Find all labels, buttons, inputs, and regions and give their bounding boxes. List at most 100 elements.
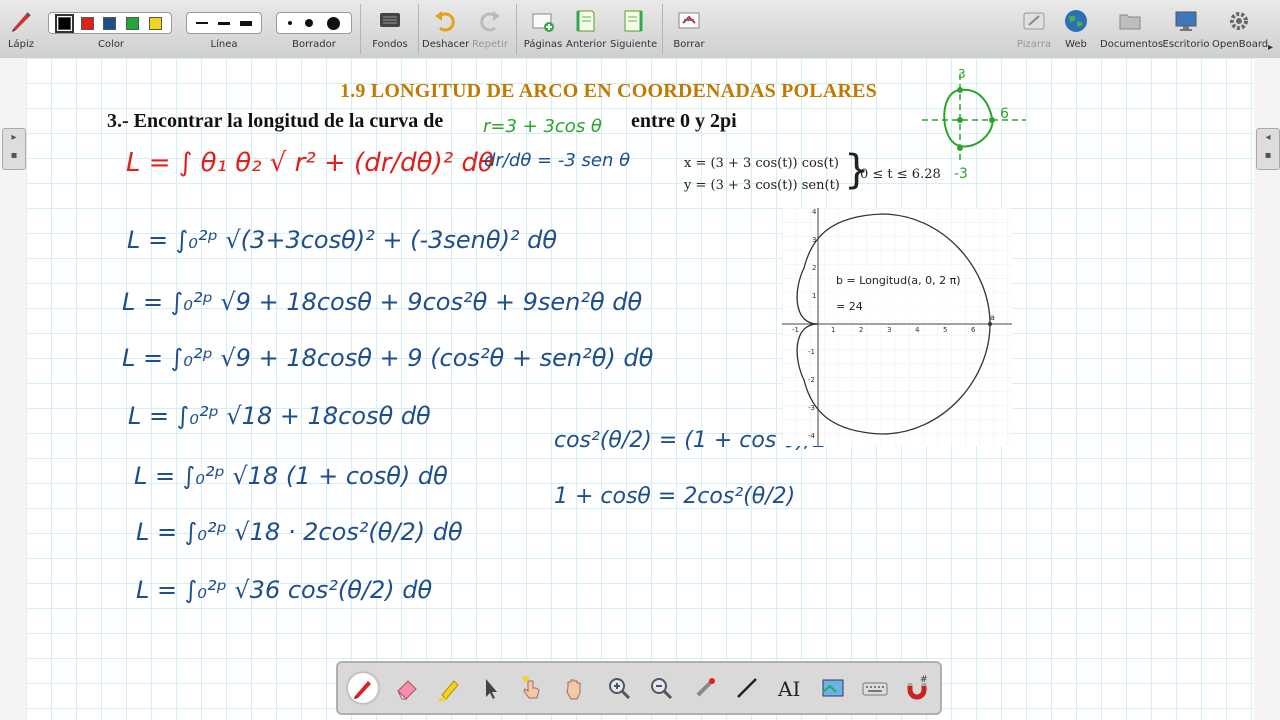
color-red-swatch[interactable] [80,16,94,30]
eraser-icon [397,680,417,700]
left-panel-toggle[interactable]: ▸ ▪ [2,128,26,170]
highlighter-tool-button[interactable] [434,673,464,703]
openboard-menu-button[interactable]: OpenBoard [1212,4,1268,54]
sketch-label-6: 6 [1000,106,1009,122]
clear-page-icon [678,12,700,29]
sketch-label-3: 3 [958,67,966,81]
cardioid-sketch: 3 6 -3 [922,67,1026,182]
hand-tool-button[interactable] [560,673,590,703]
line-icon [737,678,757,698]
zoom-in-button[interactable] [604,673,634,703]
undo-icon [435,11,455,32]
line-medium-option[interactable] [218,21,230,25]
toolbar-separator [516,4,517,54]
color-yellow-swatch[interactable] [149,16,163,30]
pencil-tool-button[interactable]: Lápiz [6,4,36,54]
previous-page-icon [576,10,595,32]
zoom-out-icon [651,678,673,700]
color-blue-swatch[interactable] [103,16,117,30]
pen-tool-button[interactable] [348,673,378,703]
add-page-button[interactable]: Páginas [522,4,564,54]
left-sidebar: ▸ ▪ [0,58,26,720]
solution-step-6: L = ∫₀²ᵖ √18 · 2cos²(θ/2) dθ [136,518,463,546]
text-icon: AI [777,677,800,701]
svg-text:2: 2 [812,264,816,272]
add-page-icon [532,13,554,32]
line-thick-option[interactable] [240,20,252,26]
toolbar-separator [360,4,361,54]
eraser-small-option[interactable] [287,21,292,25]
web-mode-button[interactable]: Web [1058,4,1094,54]
keyboard-icon [862,682,888,696]
top-toolbar: Lápiz Color Línea Borrador Fondos Deshac… [0,0,1280,59]
eraser-tool-button[interactable] [392,673,422,703]
magnet-tool-button[interactable]: # [902,673,932,703]
redo-button[interactable]: Repetir [470,4,510,54]
globe-icon [1065,10,1087,32]
documents-button[interactable]: Documentos [1100,4,1163,54]
svg-text:1: 1 [812,292,816,300]
graph-plot: -1 1 2 3 4 5 6 4 3 2 1 -1 -2 -3 -4 a b = Longitud(a,… [782,208,1012,446]
toolbar-separator [662,4,663,54]
right-sidebar: ◂ ▪ [1254,58,1280,720]
capture-tool-button[interactable] [818,673,848,703]
clear-page-button[interactable]: Borrar [668,4,710,54]
interact-tool-button[interactable] [516,673,546,703]
solution-step-1: L = ∫₀²ᵖ √(3+3cosθ)² + (-3senθ)² dθ [127,226,558,254]
laser-pointer-button[interactable] [690,673,720,703]
curve-equation-handwritten: r=3 + 3cos θ [483,116,602,137]
board-mode-button[interactable]: Pizarra [1012,4,1056,54]
eraser-size-selector: Borrador [276,4,352,54]
next-page-icon [624,10,643,32]
length-command: b = Longitud(a, 0, 2 π) [836,274,961,287]
svg-text:3: 3 [812,236,816,244]
parametric-x: x = (3 + 3 cos(t)) cos(t) [684,156,839,171]
solution-step-4: L = ∫₀²ᵖ √18 + 18cosθ dθ [128,402,431,430]
color-black-swatch[interactable] [54,13,74,33]
laser-pointer-icon [696,678,715,697]
solution-step-7: L = ∫₀²ᵖ √36 cos²(θ/2) dθ [136,576,433,604]
toolbar-separator [418,4,419,54]
right-panel-toggle[interactable]: ◂ ▪ [1256,128,1280,170]
color-green-swatch[interactable] [126,16,140,30]
svg-text:AI: AI [777,677,800,701]
sketch-label-minus-3: -3 [954,166,968,182]
svg-text:2: 2 [859,326,863,334]
parametric-y: y = (3 + 3 cos(t)) sen(t) [684,178,840,193]
problem-statement-start: 3.- Encontrar la longitud de la curva de [107,110,444,132]
previous-page-button[interactable]: Anterior [566,4,606,54]
line-width-selector: Línea [186,4,262,54]
desktop-button[interactable]: Escritorio [1162,4,1210,54]
virtual-keyboard-button[interactable] [860,673,890,703]
line-thin-option[interactable] [196,22,208,24]
solution-step-2: L = ∫₀²ᵖ √9 + 18cosθ + 9cos²θ + 9sen²θ d… [122,288,643,316]
selector-tool-button[interactable] [476,673,506,703]
line-width-options [186,12,262,34]
text-tool-button[interactable]: AI [774,673,804,703]
next-page-button[interactable]: Siguiente [610,4,657,54]
undo-button[interactable]: Deshacer [422,4,469,54]
graph-point-label: a [990,313,995,322]
problem-statement-end: entre 0 y 2pi [631,110,737,132]
eraser-size-options [276,12,352,34]
line-tool-button[interactable] [732,673,762,703]
svg-text:4: 4 [812,208,817,216]
length-result: = 24 [836,300,863,313]
svg-text:3: 3 [887,326,891,334]
eraser-large-option[interactable] [327,16,341,30]
folder-icon [1119,14,1141,30]
svg-text:1: 1 [831,326,835,334]
svg-text:6: 6 [971,326,976,334]
derivative-handwritten: dr/dθ = -3 sen θ [484,150,631,171]
arc-length-formula: L = ∫ θ₁ θ₂ √ r² + (dr/dθ)² dθ [126,148,494,178]
eraser-medium-option[interactable] [305,19,314,27]
backgrounds-button[interactable]: Fondos [368,4,412,54]
zoom-out-button[interactable] [646,673,676,703]
solution-step-5: L = ∫₀²ᵖ √18 (1 + cosθ) dθ [134,462,448,490]
screen-capture-icon [822,679,844,697]
arrow-cursor-icon [486,679,497,699]
pencil-icon [12,12,31,32]
maximize-toggle-icon[interactable]: ▸ [1268,42,1273,53]
svg-text:5: 5 [943,326,947,334]
gear-icon [1230,12,1248,30]
